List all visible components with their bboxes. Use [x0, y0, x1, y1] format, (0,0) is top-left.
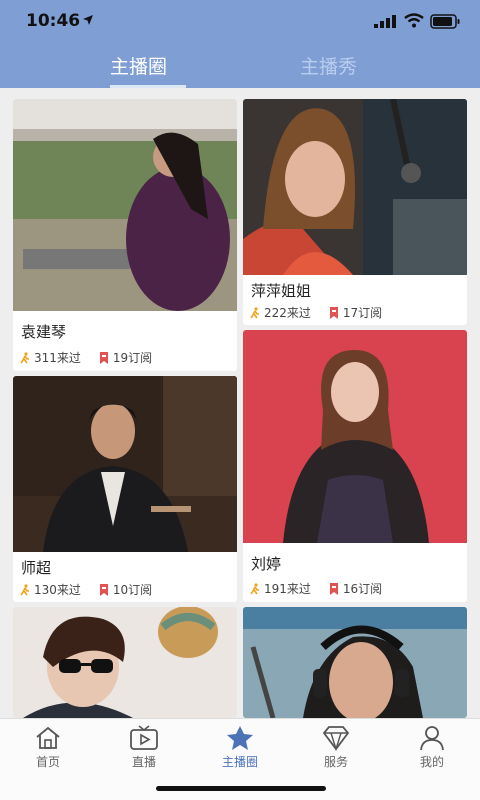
anchor-card[interactable]: 袁建琴 311来过 19订阅 [13, 99, 237, 371]
anchor-photo [13, 99, 237, 311]
tab-anchor-show[interactable]: 主播秀 [300, 52, 357, 79]
visit-count: 191来过 [264, 582, 311, 596]
anchor-card[interactable]: 刘婷 191来过 16订阅 [243, 330, 467, 602]
wifi-icon [404, 13, 424, 28]
visit-count: 130来过 [34, 583, 81, 597]
anchor-photo [13, 607, 237, 718]
anchor-name: 袁建琴 [21, 323, 67, 341]
subscribe-count: 17订阅 [342, 306, 383, 320]
running-icon [250, 582, 259, 594]
status-bar: 10:46 [0, 0, 480, 44]
anchor-stats: 130来过 10订阅 [19, 581, 152, 598]
visit-count: 311来过 [34, 351, 81, 365]
status-time: 10:46 [26, 11, 81, 31]
anchor-card[interactable]: 师超 130来过 10订阅 [13, 376, 237, 602]
bookmark-icon [329, 306, 338, 319]
anchor-card[interactable] [243, 607, 467, 718]
bookmark-icon [99, 583, 108, 596]
home-indicator [156, 786, 326, 791]
tab-anchor-circle[interactable]: 主播圈 [110, 52, 167, 79]
bookmark-icon [99, 351, 108, 364]
subscribe-count: 10订阅 [112, 583, 153, 597]
location-arrow-icon [83, 15, 93, 25]
anchor-photo [243, 607, 467, 718]
anchor-photo [243, 99, 467, 275]
anchor-stats: 311来过 19订阅 [19, 349, 152, 366]
star-icon [227, 726, 253, 750]
anchor-card[interactable]: 萍萍姐姐 222来过 17订阅 [243, 99, 467, 325]
anchor-name: 萍萍姐姐 [251, 282, 312, 300]
anchor-card[interactable] [13, 607, 237, 718]
running-icon [250, 306, 259, 318]
tab-anchor-circle-label: 主播圈 [221, 755, 258, 769]
visit-count: 222来过 [264, 306, 311, 320]
tab-live[interactable]: 直播 [109, 725, 179, 775]
tv-icon [130, 725, 158, 750]
anchor-photo [243, 330, 467, 543]
tab-service[interactable]: 服务 [301, 725, 371, 775]
tab-mine-label: 我的 [419, 755, 444, 769]
battery-icon [430, 14, 460, 29]
subscribe-count: 16订阅 [342, 582, 383, 596]
user-icon [420, 726, 444, 751]
tab-anchor-circle-bottom[interactable]: 主播圈 [205, 725, 275, 775]
anchor-name: 刘婷 [251, 555, 282, 573]
app-header: 10:46 主播圈 主播秀 [0, 0, 480, 88]
home-icon [36, 726, 60, 749]
tab-service-label: 服务 [323, 755, 348, 769]
tab-home-label: 首页 [35, 755, 60, 769]
anchor-name: 师超 [21, 559, 52, 577]
running-icon [20, 583, 29, 595]
cellular-signal-icon [374, 15, 396, 28]
anchor-photo [13, 376, 237, 552]
anchor-stats: 191来过 16订阅 [249, 580, 382, 597]
bookmark-icon [329, 582, 338, 595]
subscribe-count: 19订阅 [112, 351, 153, 365]
active-tab-indicator [110, 85, 186, 88]
tab-mine[interactable]: 我的 [397, 725, 467, 775]
tab-home[interactable]: 首页 [13, 725, 83, 775]
anchor-stats: 222来过 17订阅 [249, 304, 382, 321]
tab-live-label: 直播 [131, 755, 156, 769]
running-icon [20, 351, 29, 363]
service-icon [322, 726, 350, 751]
